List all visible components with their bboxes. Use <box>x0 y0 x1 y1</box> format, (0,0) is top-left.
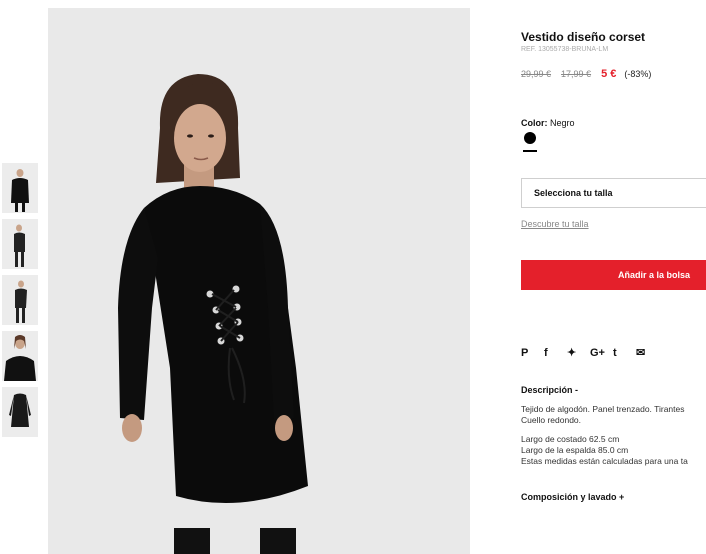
size-guide-link[interactable]: Descubre tu talla <box>521 219 589 229</box>
color-label-row: Color: Negro <box>521 118 575 128</box>
color-label: Color: <box>521 118 548 128</box>
description-line: Tejido de algodón. Panel trenzado. Tiran… <box>521 404 685 414</box>
description-line: Largo de la espalda 85.0 cm <box>521 445 629 455</box>
thumbnail-list <box>2 163 38 443</box>
main-product-image[interactable] <box>48 8 470 554</box>
price-row: 29,99 € 17,99 € 5 € (-83%) <box>521 68 651 80</box>
description-body: Tejido de algodón. Panel trenzado. Tiran… <box>521 404 688 467</box>
description-line: Estas medidas están calculadas para una … <box>521 456 688 466</box>
thumbnail-3[interactable] <box>2 275 38 325</box>
product-title: Vestido diseño corset <box>521 30 646 44</box>
thumbnail-4[interactable] <box>2 331 38 381</box>
price-original: 29,99 € <box>521 69 552 79</box>
swatch-selected-indicator <box>523 150 537 152</box>
description-line: Largo de costado 62.5 cm <box>521 434 620 444</box>
email-icon[interactable]: ✉ <box>636 346 659 360</box>
thumbnail-5[interactable] <box>2 387 38 437</box>
add-to-bag-button[interactable]: Añadir a la bolsa <box>521 260 706 290</box>
twitter-icon[interactable]: ✦ <box>567 346 590 360</box>
thumbnail-1[interactable] <box>2 163 38 213</box>
share-icons: P f ✦ G+ t ✉ <box>521 346 659 360</box>
size-select[interactable]: Selecciona tu talla <box>521 178 706 208</box>
google-plus-icon[interactable]: G+ <box>590 346 613 360</box>
pinterest-icon[interactable]: P <box>521 346 544 360</box>
description-heading[interactable]: Descripción - <box>521 385 578 395</box>
price-current: 5 € <box>601 68 617 80</box>
facebook-icon[interactable]: f <box>544 346 567 360</box>
price-previous: 17,99 € <box>561 69 592 79</box>
color-value: Negro <box>550 118 575 128</box>
color-swatch-black[interactable] <box>524 132 536 144</box>
description-line: Cuello redondo. <box>521 415 582 425</box>
tumblr-icon[interactable]: t <box>613 346 636 360</box>
thumbnail-2[interactable] <box>2 219 38 269</box>
composition-heading[interactable]: Composición y lavado + <box>521 492 624 502</box>
product-reference: REF. 13055738-BRUNA-LM <box>521 46 609 53</box>
discount-badge: (-83%) <box>624 69 652 79</box>
